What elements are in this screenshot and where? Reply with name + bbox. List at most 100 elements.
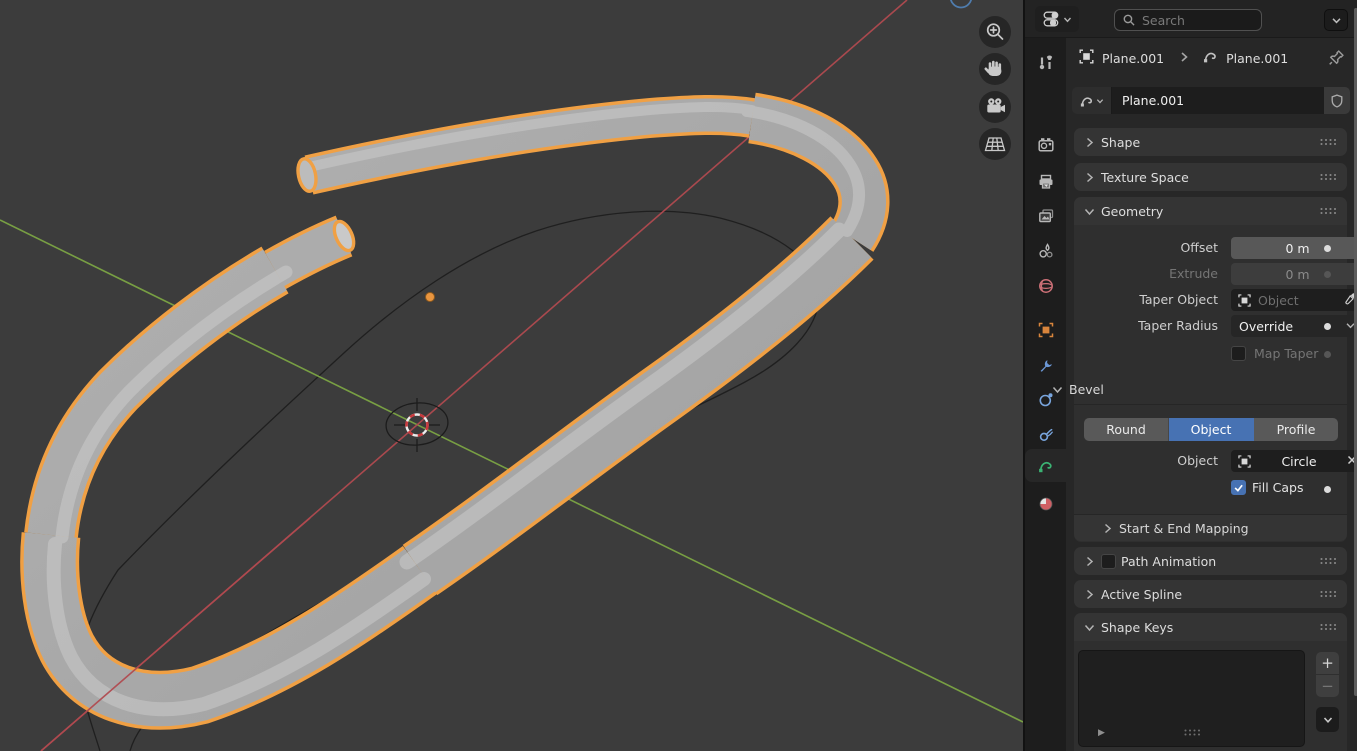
properties-header: Search bbox=[1025, 0, 1357, 38]
drag-grip-icon[interactable] bbox=[1319, 554, 1337, 569]
map-taper-decorator-dot[interactable] bbox=[1324, 351, 1331, 358]
tab-output[interactable] bbox=[1025, 165, 1066, 198]
taper-object-label: Taper Object bbox=[1139, 289, 1218, 311]
chevron-down-icon bbox=[1331, 15, 1342, 26]
fill-caps-checkbox[interactable] bbox=[1231, 480, 1246, 495]
datablock-name-input[interactable]: Plane.001 bbox=[1112, 87, 1324, 114]
pin-icon[interactable] bbox=[1327, 48, 1346, 70]
chevron-right-icon bbox=[1083, 555, 1096, 568]
3d-viewport[interactable] bbox=[0, 0, 1023, 751]
bevel-tab-object[interactable]: Object bbox=[1169, 418, 1254, 441]
taper-radius-dropdown[interactable]: Override bbox=[1231, 315, 1357, 337]
tube-highlight bbox=[54, 107, 859, 709]
pan-gizmo[interactable] bbox=[979, 53, 1011, 85]
extrude-field[interactable]: 0 m bbox=[1231, 263, 1357, 285]
extrude-row: Extrude 0 m bbox=[1074, 263, 1347, 285]
subpanel-title: Bevel bbox=[1069, 382, 1104, 397]
offset-field[interactable]: 0 m bbox=[1231, 237, 1357, 259]
shape-key-remove-button[interactable]: − bbox=[1316, 675, 1339, 697]
shape-key-specials-menu[interactable] bbox=[1316, 707, 1339, 732]
drag-grip-icon[interactable] bbox=[1319, 620, 1337, 635]
path-animation-checkbox[interactable] bbox=[1101, 554, 1116, 569]
panel-active-spline-header[interactable]: Active Spline bbox=[1074, 580, 1347, 608]
fill-caps-row: Fill Caps bbox=[1074, 479, 1347, 501]
shield-icon bbox=[1329, 93, 1345, 109]
header-menu-button[interactable] bbox=[1324, 9, 1348, 31]
list-resize-grip-icon[interactable] bbox=[1183, 725, 1201, 740]
tube-outline bbox=[50, 115, 864, 700]
offset-decorator-dot[interactable] bbox=[1324, 245, 1331, 252]
subpanel-title: Start & End Mapping bbox=[1119, 521, 1249, 536]
object-icon bbox=[1237, 293, 1252, 308]
editor-type-button[interactable] bbox=[1035, 6, 1079, 32]
chevron-right-icon bbox=[1083, 171, 1096, 184]
taper-radius-decorator-dot[interactable] bbox=[1324, 323, 1331, 330]
panel-geometry-header[interactable]: Geometry bbox=[1074, 197, 1347, 225]
panel-title: Texture Space bbox=[1101, 170, 1189, 185]
camera-view-gizmo[interactable] bbox=[979, 91, 1011, 123]
navigate-gizmo-ball[interactable] bbox=[951, 0, 972, 8]
render-icon bbox=[1037, 136, 1055, 154]
taper-radius-row: Taper Radius Override bbox=[1074, 315, 1347, 337]
blender-window: Search bbox=[0, 0, 1357, 751]
taper-radius-label: Taper Radius bbox=[1138, 315, 1218, 337]
tab-world[interactable] bbox=[1025, 269, 1066, 302]
extrude-decorator-dot[interactable] bbox=[1324, 271, 1331, 278]
subpanel-bevel-header[interactable]: Bevel bbox=[1051, 382, 1104, 397]
tab-tool[interactable] bbox=[1025, 46, 1066, 79]
bevel-tab-profile[interactable]: Profile bbox=[1254, 418, 1338, 441]
extrude-label: Extrude bbox=[1169, 263, 1218, 285]
taper-object-row: Taper Object Object bbox=[1074, 289, 1347, 311]
breadcrumb: Plane.001 Plane.001 bbox=[1066, 42, 1357, 74]
tab-object[interactable] bbox=[1025, 313, 1066, 346]
taper-object-field[interactable]: Object bbox=[1231, 289, 1357, 311]
panel-shape-keys-header[interactable]: Shape Keys bbox=[1074, 613, 1347, 641]
bevel-object-field[interactable]: Circle bbox=[1231, 450, 1357, 472]
zoom-gizmo[interactable] bbox=[979, 16, 1011, 48]
material-icon bbox=[1037, 495, 1055, 513]
datablock-type-dropdown[interactable] bbox=[1072, 87, 1112, 114]
tool-icon bbox=[1037, 54, 1055, 72]
panel-path-animation-header[interactable]: Path Animation bbox=[1074, 547, 1347, 575]
orthographic-gizmo[interactable] bbox=[979, 128, 1011, 160]
drag-grip-icon[interactable] bbox=[1319, 587, 1337, 602]
chevron-right-icon bbox=[1083, 136, 1096, 149]
tab-physics[interactable] bbox=[1025, 418, 1066, 451]
map-taper-checkbox[interactable] bbox=[1231, 346, 1246, 361]
object-origin-dot[interactable] bbox=[426, 293, 435, 302]
object-icon bbox=[1037, 321, 1055, 339]
search-icon bbox=[1122, 13, 1136, 27]
tab-object-data[interactable] bbox=[1025, 449, 1066, 482]
panel-title: Shape Keys bbox=[1101, 620, 1173, 635]
tab-material[interactable] bbox=[1025, 487, 1066, 520]
object-icon bbox=[1237, 454, 1252, 469]
panel-texture-space-header[interactable]: Texture Space bbox=[1074, 163, 1347, 191]
bevel-tab-round[interactable]: Round bbox=[1084, 418, 1169, 441]
subpanel-start-end-mapping-header[interactable]: Start & End Mapping bbox=[1074, 514, 1347, 541]
shape-key-add-button[interactable]: + bbox=[1316, 652, 1339, 674]
panel-title: Shape bbox=[1101, 135, 1140, 150]
fake-user-button[interactable] bbox=[1324, 87, 1350, 114]
world-icon bbox=[1037, 277, 1055, 295]
chevron-down-icon bbox=[1096, 97, 1104, 105]
drag-grip-icon[interactable] bbox=[1319, 204, 1337, 219]
filter-expand-icon[interactable]: ▶ bbox=[1098, 728, 1105, 738]
fill-caps-decorator-dot[interactable] bbox=[1324, 486, 1331, 493]
tab-modifiers[interactable] bbox=[1025, 348, 1066, 381]
panel-shape-header[interactable]: Shape bbox=[1074, 128, 1347, 156]
drag-grip-icon[interactable] bbox=[1319, 170, 1337, 185]
search-input[interactable]: Search bbox=[1114, 9, 1262, 31]
tab-view-layer[interactable] bbox=[1025, 199, 1066, 232]
drag-grip-icon[interactable] bbox=[1319, 135, 1337, 150]
wrench-icon bbox=[1037, 356, 1055, 374]
tube-body[interactable] bbox=[50, 115, 864, 700]
taper-object-placeholder: Object bbox=[1258, 293, 1299, 308]
breadcrumb-object-name[interactable]: Plane.001 bbox=[1102, 51, 1164, 66]
shape-keys-list[interactable]: ▶ bbox=[1078, 650, 1305, 747]
tab-scene[interactable] bbox=[1025, 234, 1066, 267]
chevron-down-icon bbox=[1083, 621, 1096, 634]
bevel-type-tabs: Round Object Profile bbox=[1084, 418, 1338, 441]
tab-render[interactable] bbox=[1025, 128, 1066, 161]
search-placeholder: Search bbox=[1142, 13, 1185, 28]
breadcrumb-data-name[interactable]: Plane.001 bbox=[1226, 51, 1288, 66]
